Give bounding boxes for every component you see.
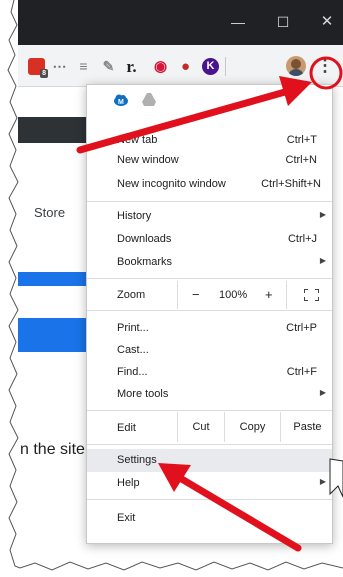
menu-item-label: Help <box>117 477 140 489</box>
drive-extension-icon[interactable] <box>142 93 156 106</box>
menu-item-print[interactable]: Print... Ctrl+P <box>87 317 332 339</box>
menu-item-label: Print... <box>117 322 149 334</box>
menu-item-cast[interactable]: Cast... <box>87 339 332 361</box>
page-header-band <box>18 117 88 143</box>
calendar-extension-icon[interactable]: 8 <box>28 58 48 78</box>
menu-item-shortcut: Ctrl+T <box>286 134 317 146</box>
menu-item-shortcut: Ctrl+Shift+N <box>261 178 321 190</box>
menu-item-shortcut: Ctrl+F <box>286 366 317 378</box>
menu-item-help[interactable]: Help ▶ <box>87 472 332 494</box>
menu-item-find[interactable]: Find... Ctrl+F <box>87 361 332 383</box>
menu-separator <box>87 499 332 500</box>
menu-separator <box>87 201 332 202</box>
menu-zoom-row: Zoom − 100% + <box>87 281 332 309</box>
minimize-button[interactable]: — <box>228 12 248 32</box>
menu-item-new-tab[interactable]: New tab Ctrl+T <box>87 129 332 151</box>
zoom-in-button[interactable]: + <box>265 287 273 302</box>
menu-item-bookmarks[interactable]: Bookmarks ▶ <box>87 251 332 273</box>
menu-extensions-row: M <box>87 85 332 113</box>
menu-item-label: New window <box>117 154 179 166</box>
toolbar-divider <box>225 57 226 76</box>
copy-button[interactable]: Copy <box>224 412 280 442</box>
k-extension-icon[interactable]: K <box>202 58 219 75</box>
menu-item-more-tools[interactable]: More tools ▶ <box>87 383 332 405</box>
menu-item-label: New tab <box>117 134 158 146</box>
page-store-link[interactable]: Store <box>34 205 65 220</box>
menu-item-label: Bookmarks <box>117 256 173 268</box>
menu-item-label: History <box>117 210 152 222</box>
chrome-menu: M New tab Ctrl+T New window Ctrl+N New i… <box>86 84 333 544</box>
submenu-arrow-icon: ▶ <box>319 210 326 219</box>
menu-separator <box>87 278 332 279</box>
menu-item-label: Find... <box>117 366 148 378</box>
zoom-out-button[interactable]: − <box>192 287 200 302</box>
page-blue-strip <box>18 272 88 286</box>
menu-item-shortcut: Ctrl+N <box>285 154 317 166</box>
menu-separator <box>87 444 332 445</box>
menu-item-label: Settings <box>117 454 157 466</box>
submenu-arrow-icon: ▶ <box>319 477 326 486</box>
close-button[interactable]: ✕ <box>317 12 337 32</box>
title-bar: — ☐ ✕ <box>18 0 343 45</box>
menu-item-label: More tools <box>117 388 169 400</box>
paste-button[interactable]: Paste <box>280 412 334 442</box>
menu-separator <box>87 410 332 411</box>
chrome-menu-button[interactable]: ⋮ <box>316 54 334 78</box>
submenu-arrow-icon: ▶ <box>319 388 326 397</box>
lastpass-extension-icon[interactable]: ◉ <box>152 58 169 75</box>
readability-extension-icon[interactable]: r. <box>123 58 140 75</box>
cut-button[interactable]: Cut <box>177 412 224 442</box>
zoom-level: 100% <box>219 289 248 301</box>
zoom-label: Zoom <box>117 289 146 301</box>
menu-item-shortcut: Ctrl+J <box>287 233 317 245</box>
menu-item-label: New incognito window <box>117 178 226 190</box>
menu-item-new-incognito[interactable]: New incognito window Ctrl+Shift+N <box>87 173 332 195</box>
extension-badge: 8 <box>40 69 48 78</box>
page-blue-button[interactable] <box>18 318 88 352</box>
browser-toolbar: 8 ⋯ ≡ ✎ r. ◉ ● K ⋮ <box>18 45 343 87</box>
menu-item-shortcut: Ctrl+P <box>286 322 317 334</box>
profile-avatar[interactable] <box>286 56 306 76</box>
menu-item-exit[interactable]: Exit <box>87 507 332 529</box>
shoe-extension-icon[interactable]: ⋯ <box>51 58 68 75</box>
tool-extension-icon[interactable]: ✎ <box>100 58 117 75</box>
menu-item-new-window[interactable]: New window Ctrl+N <box>87 149 332 171</box>
menu-edit-row: Edit Cut Copy Paste <box>87 412 332 442</box>
svg-text:M: M <box>118 99 124 106</box>
menu-item-label: Cast... <box>117 344 149 356</box>
edit-label: Edit <box>117 422 136 434</box>
menu-item-history[interactable]: History ▶ <box>87 205 332 227</box>
menu-item-label: Exit <box>117 512 136 524</box>
database-extension-icon[interactable]: ≡ <box>75 58 92 75</box>
maximize-button[interactable]: ☐ <box>273 12 293 32</box>
menu-separator <box>87 310 332 311</box>
menu-item-label: Downloads <box>117 233 172 245</box>
page-body-text: n the site <box>20 441 85 458</box>
submenu-arrow-icon: ▶ <box>319 256 326 265</box>
zoom-controls: − 100% + <box>177 281 334 309</box>
menu-item-settings[interactable]: Settings <box>87 449 332 472</box>
menu-item-downloads[interactable]: Downloads Ctrl+J <box>87 228 332 250</box>
adblock-extension-icon[interactable]: ● <box>177 58 194 75</box>
cloud-extension-icon[interactable]: M <box>113 93 129 107</box>
fullscreen-button[interactable] <box>286 281 335 309</box>
